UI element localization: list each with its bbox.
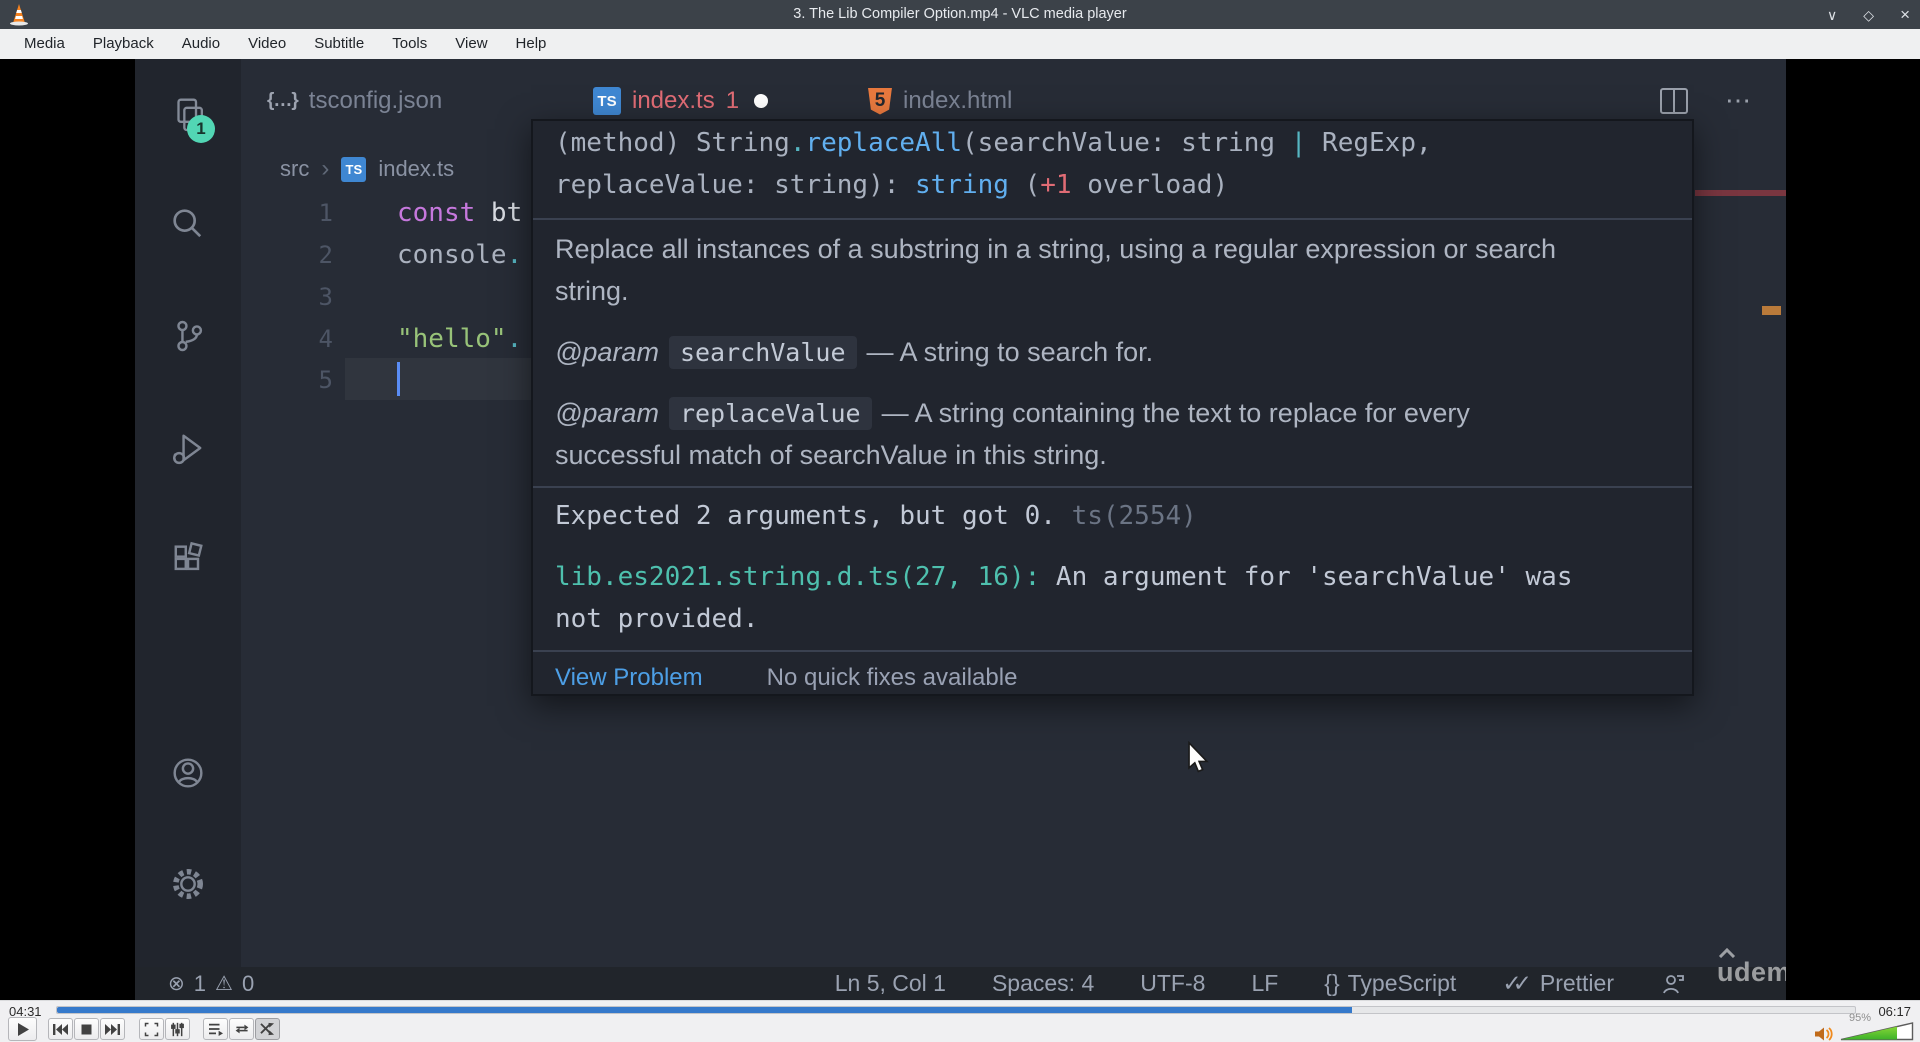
- hover-tooltip: (method) String.replaceAll(searchValue: …: [531, 119, 1694, 696]
- double-check-icon: ✓✓: [1502, 970, 1531, 996]
- feedback-person-icon[interactable]: [1660, 971, 1686, 997]
- no-quick-fixes-label: No quick fixes available: [766, 663, 1018, 691]
- menu-view[interactable]: View: [441, 29, 501, 59]
- language-mode[interactable]: {} TypeScript: [1324, 970, 1456, 997]
- html-file-icon: 5: [868, 87, 892, 115]
- braces-icon: {}: [1324, 970, 1340, 996]
- breadcrumb-file[interactable]: index.ts: [378, 156, 454, 182]
- menu-playback[interactable]: Playback: [79, 29, 168, 59]
- speaker-icon[interactable]: [1814, 1026, 1836, 1042]
- diagnostic-source: lib.es2021.string.d.ts(27, 16): An argum…: [555, 562, 1573, 634]
- mouse-cursor: [1188, 741, 1209, 773]
- text-caret: [397, 362, 400, 396]
- menu-tools[interactable]: Tools: [378, 29, 441, 59]
- menu-help[interactable]: Help: [502, 29, 561, 59]
- account-icon[interactable]: [168, 753, 208, 793]
- tooltip-divider: [533, 486, 1692, 488]
- minimap-warning-mark: [1762, 306, 1781, 315]
- vlc-menubar: Media Playback Audio Video Subtitle Tool…: [0, 29, 1920, 59]
- formatter[interactable]: ✓✓ Prettier: [1502, 970, 1614, 997]
- window-title: 3. The Lib Compiler Option.mp4 - VLC med…: [793, 6, 1127, 22]
- fullscreen-button[interactable]: [139, 1018, 164, 1040]
- seek-bar[interactable]: [56, 1006, 1856, 1014]
- minimap-error-mark: [1695, 190, 1786, 196]
- split-editor-icon[interactable]: [1659, 87, 1689, 115]
- code-line-1[interactable]: 1 const bt: [135, 192, 525, 234]
- extensions-icon[interactable]: [168, 540, 208, 580]
- error-count-icon: ⊗: [168, 973, 185, 995]
- view-problem-link[interactable]: View Problem: [555, 664, 703, 692]
- total-time: 06:17: [1878, 1004, 1911, 1019]
- diagnostic-message: Expected 2 arguments, but got 0. ts(2554…: [555, 501, 1197, 531]
- stop-button[interactable]: [74, 1018, 99, 1040]
- seek-fill: [57, 1007, 1352, 1013]
- tab-index-html[interactable]: 5 index.html: [868, 81, 1012, 121]
- breadcrumb-ts-icon: TS: [341, 156, 367, 182]
- param-searchvalue: @param searchValue — A string to search …: [555, 335, 1154, 369]
- signature-line-1: (method) String.replaceAll(searchValue: …: [555, 128, 1432, 158]
- settings-gear-icon[interactable]: [168, 864, 208, 904]
- error-count: 1: [193, 970, 207, 996]
- close-button[interactable]: ×: [1900, 6, 1910, 23]
- signature-line-2: replaceValue: string): string (+1 overlo…: [555, 170, 1229, 200]
- code-line-3[interactable]: 3: [135, 276, 525, 318]
- vlc-window: 3. The Lib Compiler Option.mp4 - VLC med…: [0, 0, 1920, 1042]
- menu-video[interactable]: Video: [234, 29, 300, 59]
- indentation[interactable]: Spaces: 4: [992, 970, 1094, 997]
- warning-count-icon: ⚠: [215, 973, 233, 995]
- warning-count: 0: [241, 970, 255, 996]
- extended-settings-button[interactable]: [165, 1018, 190, 1040]
- explorer-badge: 1: [187, 115, 215, 143]
- breadcrumb-separator: ›: [321, 155, 330, 182]
- vlc-titlebar: 3. The Lib Compiler Option.mp4 - VLC med…: [0, 0, 1920, 29]
- tooltip-divider: [533, 218, 1692, 220]
- param-replacevalue: @param replaceValue — A string containin…: [555, 396, 1470, 470]
- code-line-4[interactable]: 4 "hello".: [135, 318, 525, 360]
- tab-index-ts[interactable]: TS index.ts 1: [593, 81, 769, 121]
- maximize-button[interactable]: ◇: [1863, 8, 1874, 22]
- more-actions-icon[interactable]: ⋯: [1725, 85, 1753, 116]
- menu-audio[interactable]: Audio: [168, 29, 234, 59]
- breadcrumb[interactable]: src › TS index.ts: [280, 153, 454, 185]
- problems-status[interactable]: ⊗ 1 ⚠ 0: [168, 967, 254, 1000]
- unsaved-dot-icon[interactable]: [754, 94, 769, 108]
- next-button[interactable]: [100, 1018, 125, 1040]
- loop-button[interactable]: [229, 1018, 254, 1040]
- run-debug-icon[interactable]: [168, 428, 208, 468]
- vscode-frame: 1 {…} tsconfig.json TS index.ts 1 5 inde…: [135, 59, 1786, 1000]
- play-button[interactable]: [8, 1017, 37, 1041]
- minimize-button[interactable]: ∨: [1827, 8, 1837, 22]
- udemy-watermark: udemy: [1717, 948, 1786, 988]
- status-bar: ⊗ 1 ⚠ 0 Ln 5, Col 1 Spaces: 4 UTF-8 LF {…: [135, 967, 1786, 1000]
- json-icon: {…}: [267, 90, 299, 111]
- tab-tsconfig-json[interactable]: {…} tsconfig.json: [267, 81, 442, 121]
- menu-media[interactable]: Media: [10, 29, 79, 59]
- menu-subtitle[interactable]: Subtitle: [300, 29, 378, 59]
- vlc-control-bar: 04:31 06:17 95%: [0, 1000, 1920, 1042]
- shuffle-button[interactable]: [255, 1018, 280, 1040]
- volume-slider[interactable]: [1840, 1022, 1914, 1041]
- cursor-position[interactable]: Ln 5, Col 1: [835, 970, 946, 997]
- method-description: Replace all instances of a substring in …: [555, 234, 1557, 306]
- encoding[interactable]: UTF-8: [1140, 970, 1205, 997]
- tooltip-divider: [533, 650, 1692, 652]
- typescript-file-icon: TS: [593, 87, 621, 115]
- playlist-button[interactable]: [203, 1018, 228, 1040]
- previous-button[interactable]: [48, 1018, 73, 1040]
- code-line-2[interactable]: 2 console.: [135, 234, 525, 276]
- breadcrumb-folder[interactable]: src: [280, 156, 309, 182]
- eol-sequence[interactable]: LF: [1251, 970, 1278, 997]
- code-line-5[interactable]: 5: [135, 359, 525, 401]
- tab-problems-badge: 1: [725, 87, 740, 114]
- video-area[interactable]: 1 {…} tsconfig.json TS index.ts 1 5 inde…: [0, 59, 1920, 1000]
